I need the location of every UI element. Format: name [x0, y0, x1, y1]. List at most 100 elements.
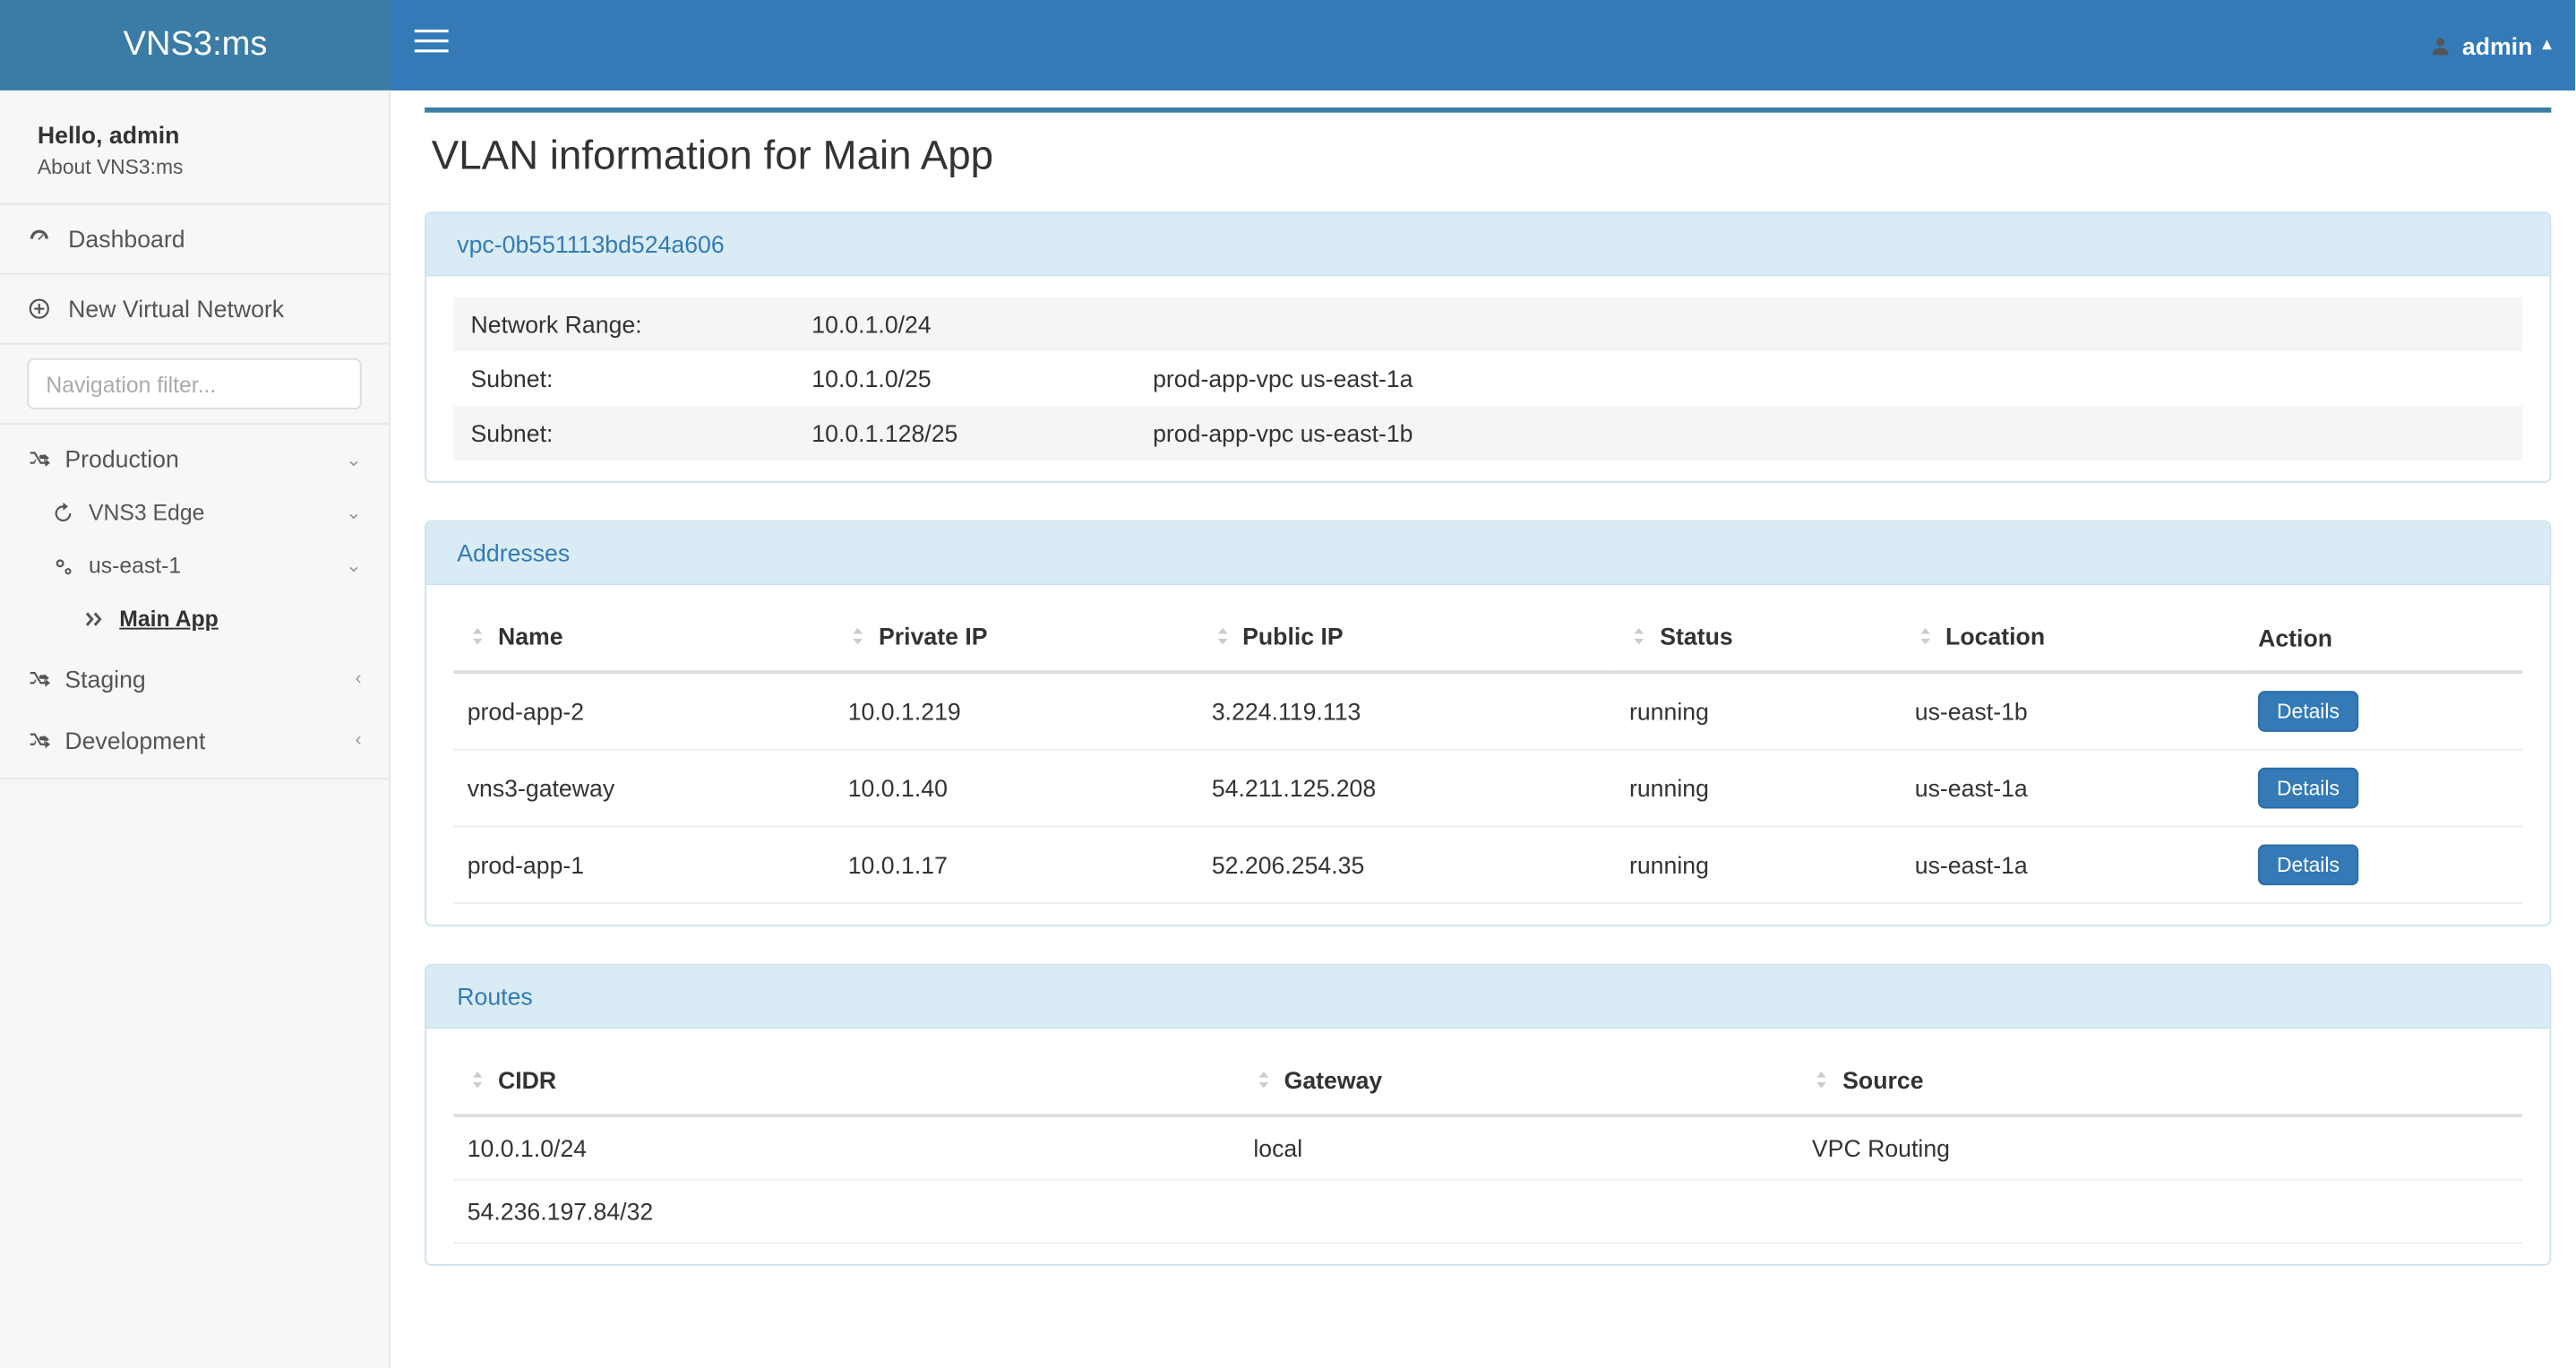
- routes-table: CIDR Gateway Source 10.0.1.0/24 local VP…: [453, 1049, 2522, 1244]
- cell-private-ip: 10.0.1.40: [835, 749, 1198, 826]
- cell-label: Subnet:: [453, 406, 794, 461]
- brand-link[interactable]: VNS3:ms: [124, 26, 268, 65]
- sidebar-item-label: Dashboard: [68, 225, 361, 252]
- chevron-down-icon: ⌄: [346, 448, 362, 470]
- table-row: vns3-gateway 10.0.1.40 54.211.125.208 ru…: [453, 749, 2522, 826]
- page-title: VLAN information for Main App: [425, 113, 2551, 211]
- col-cidr[interactable]: CIDR: [453, 1049, 1240, 1115]
- cell-public-ip: 54.211.125.208: [1198, 749, 1616, 826]
- tree-item-label: Main App: [119, 606, 361, 632]
- cell-zone: prod-app-vpc us-east-1b: [1136, 406, 2522, 461]
- sidebar-item-new-virtual-network[interactable]: New Virtual Network: [0, 275, 389, 345]
- cell-gateway: local: [1240, 1115, 1799, 1178]
- col-gateway[interactable]: Gateway: [1240, 1049, 1799, 1115]
- topbar: VNS3:ms admin ▴: [0, 0, 2575, 90]
- chevron-down-icon: ⌄: [346, 502, 362, 524]
- col-source[interactable]: Source: [1799, 1049, 2522, 1115]
- dashboard-icon: [27, 227, 51, 251]
- tree-item-development[interactable]: Development ‹: [0, 706, 389, 778]
- cell-name: prod-app-1: [453, 826, 834, 903]
- about-link[interactable]: About VNS3:ms: [0, 155, 389, 202]
- user-menu[interactable]: admin ▴: [2428, 31, 2552, 58]
- addresses-panel: Addresses Name Private IP Public IP Stat…: [425, 521, 2551, 926]
- hamburger-icon[interactable]: [415, 23, 449, 68]
- cell-status: running: [1616, 672, 1902, 750]
- table-row: prod-app-1 10.0.1.17 52.206.254.35 runni…: [453, 826, 2522, 903]
- cell-label: Network Range:: [453, 297, 794, 351]
- cell-private-ip: 10.0.1.219: [835, 672, 1198, 750]
- routes-panel-heading: Routes: [426, 965, 2549, 1028]
- chevron-down-icon: ⌄: [346, 555, 362, 577]
- cell-cidr: 54.236.197.84/32: [453, 1179, 1240, 1242]
- col-public-ip[interactable]: Public IP: [1198, 606, 1616, 672]
- table-row: Network Range: 10.0.1.0/24: [453, 297, 2522, 351]
- tree-item-label: us-east-1: [89, 553, 332, 579]
- cell-source: VPC Routing: [1799, 1115, 2522, 1178]
- cell-zone: prod-app-vpc us-east-1a: [1136, 351, 2522, 406]
- sort-icon: [1253, 1067, 1274, 1096]
- details-button[interactable]: Details: [2258, 767, 2358, 808]
- sidebar-item-label: New Virtual Network: [68, 295, 361, 322]
- caret-up-icon: ▴: [2543, 36, 2552, 55]
- routes-panel: Routes CIDR Gateway Source: [425, 963, 2551, 1265]
- user-label: admin: [2462, 31, 2533, 58]
- col-location[interactable]: Location: [1902, 606, 2245, 672]
- chevron-left-icon: ‹: [356, 668, 362, 689]
- cell-location: us-east-1a: [1902, 749, 2245, 826]
- sort-icon: [1812, 1067, 1833, 1096]
- shuffle-icon: [27, 667, 51, 691]
- tree-item-staging[interactable]: Staging ‹: [0, 645, 389, 707]
- topbar-right: admin ▴: [391, 0, 2575, 90]
- col-name[interactable]: Name: [453, 606, 834, 672]
- cell-public-ip: 52.206.254.35: [1198, 826, 1616, 903]
- addresses-panel-heading: Addresses: [426, 522, 2549, 585]
- user-icon: [2428, 33, 2452, 57]
- cell-source: [1799, 1179, 2522, 1242]
- tree-item-label: Staging: [64, 666, 341, 693]
- sort-icon: [1915, 624, 1936, 652]
- addresses-table: Name Private IP Public IP Status Locatio…: [453, 606, 2522, 904]
- cell-gateway: [1240, 1179, 1799, 1242]
- shuffle-icon: [27, 447, 51, 471]
- sort-icon: [1212, 624, 1232, 652]
- tree-item-vns3-edge[interactable]: VNS3 Edge ⌄: [0, 486, 389, 539]
- table-row: Subnet: 10.0.1.128/25 prod-app-vpc us-ea…: [453, 406, 2522, 461]
- details-button[interactable]: Details: [2258, 844, 2358, 885]
- col-status[interactable]: Status: [1616, 606, 1902, 672]
- shuffle-icon: [27, 728, 51, 753]
- page-card: VLAN information for Main App vpc-0b5511…: [425, 108, 2551, 1265]
- brand[interactable]: VNS3:ms: [0, 0, 391, 90]
- refresh-icon: [51, 501, 75, 525]
- network-table: Network Range: 10.0.1.0/24 Subnet: 10.0.…: [453, 297, 2522, 461]
- nav-filter-input[interactable]: [27, 358, 361, 409]
- hello-user: Hello, admin: [0, 90, 389, 155]
- tree-item-us-east-1[interactable]: us-east-1 ⌄: [0, 539, 389, 592]
- tree-item-main-app[interactable]: Main App: [0, 592, 389, 645]
- chevron-left-icon: ‹: [356, 730, 362, 751]
- details-button[interactable]: Details: [2258, 691, 2358, 732]
- cell-zone: [1136, 297, 2522, 351]
- tree-item-label: Development: [64, 727, 341, 753]
- sort-icon: [1629, 624, 1650, 652]
- table-row: Subnet: 10.0.1.0/25 prod-app-vpc us-east…: [453, 351, 2522, 406]
- sidebar-item-dashboard[interactable]: Dashboard: [0, 204, 389, 274]
- cell-label: Subnet:: [453, 351, 794, 406]
- tree-item-label: VNS3 Edge: [89, 500, 332, 526]
- table-row: 10.0.1.0/24 local VPC Routing: [453, 1115, 2522, 1178]
- col-private-ip[interactable]: Private IP: [835, 606, 1198, 672]
- cell-cidr: 10.0.1.0/24: [794, 297, 1136, 351]
- double-chevron-right-icon: [82, 607, 106, 631]
- cell-name: prod-app-2: [453, 672, 834, 750]
- cell-location: us-east-1a: [1902, 826, 2245, 903]
- cell-status: running: [1616, 826, 1902, 903]
- vpc-panel: vpc-0b551113bd524a606 Network Range: 10.…: [425, 211, 2551, 483]
- cell-status: running: [1616, 749, 1902, 826]
- vpc-panel-heading[interactable]: vpc-0b551113bd524a606: [426, 213, 2549, 276]
- tree-item-production[interactable]: Production ⌄: [0, 425, 389, 486]
- cell-name: vns3-gateway: [453, 749, 834, 826]
- cell-cidr: 10.0.1.0/24: [453, 1115, 1240, 1178]
- cell-location: us-east-1b: [1902, 672, 2245, 750]
- cell-cidr: 10.0.1.0/25: [794, 351, 1136, 406]
- cell-private-ip: 10.0.1.17: [835, 826, 1198, 903]
- plus-circle-icon: [27, 297, 51, 321]
